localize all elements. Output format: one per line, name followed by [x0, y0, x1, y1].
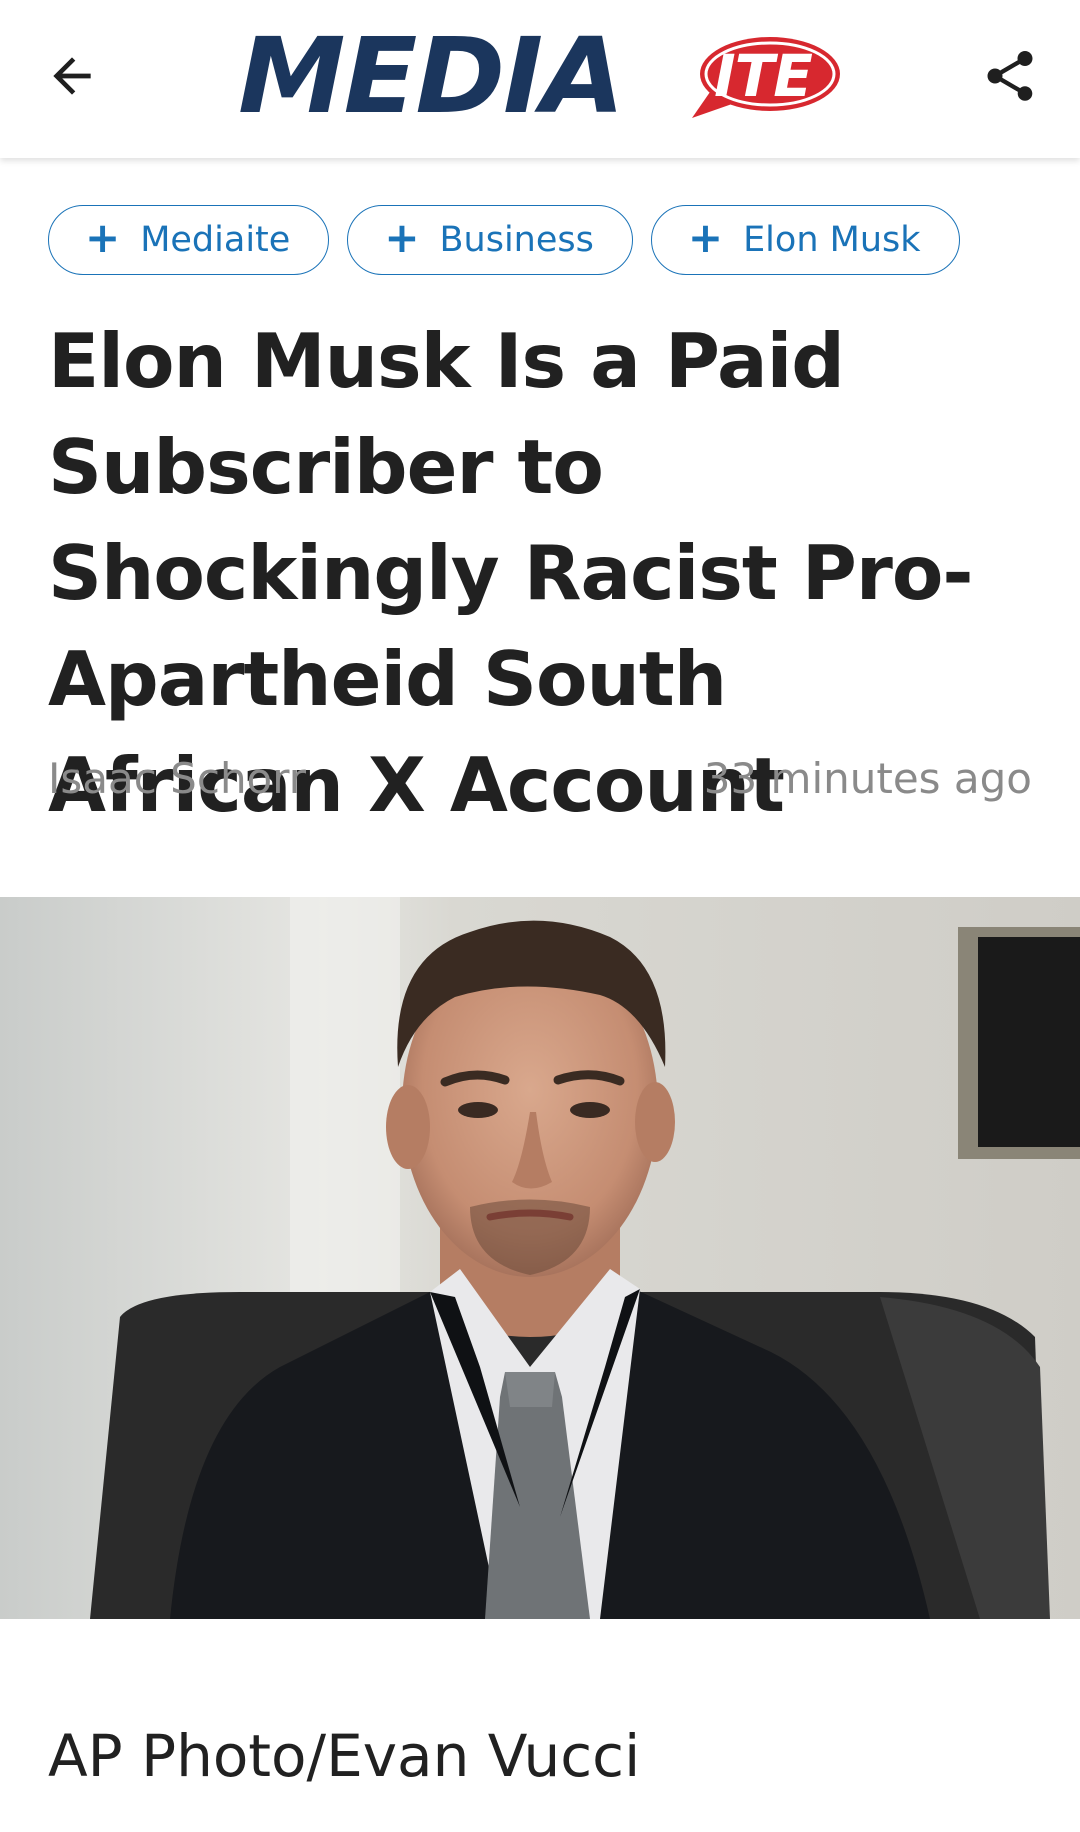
tag-elon-musk[interactable]: + Elon Musk: [650, 205, 960, 275]
tag-label: Mediaite: [140, 220, 291, 260]
share-button[interactable]: [966, 32, 1054, 120]
mediaite-logo[interactable]: MEDIA ITE: [238, 15, 844, 137]
logo-badge: ITE: [688, 34, 844, 118]
author-name[interactable]: Isaac Schorr: [48, 754, 306, 803]
portrait-image: [0, 897, 1080, 1619]
tag-mediaite[interactable]: + Mediaite: [48, 205, 330, 275]
plus-icon: +: [384, 213, 420, 262]
plus-icon: +: [85, 213, 121, 262]
article-byline: Isaac Schorr 33 minutes ago: [48, 750, 1032, 806]
share-icon: [987, 51, 1033, 101]
arrow-left-icon: [53, 57, 91, 95]
featured-photo[interactable]: [0, 897, 1080, 1619]
app-header: MEDIA ITE: [0, 0, 1080, 158]
photo-caption: AP Photo/Evan Vucci: [48, 1722, 641, 1790]
publish-time: 33 minutes ago: [703, 753, 1032, 803]
plus-icon: +: [687, 213, 724, 262]
tag-label: Business: [439, 220, 594, 260]
back-button[interactable]: [28, 32, 116, 120]
tag-business[interactable]: + Business: [347, 205, 633, 275]
logo-badge-text: ITE: [714, 42, 813, 110]
topic-tags: + Mediaite + Business + Elon Musk: [48, 205, 960, 275]
tag-label: Elon Musk: [743, 220, 921, 260]
logo-wordmark: MEDIA: [238, 15, 625, 137]
